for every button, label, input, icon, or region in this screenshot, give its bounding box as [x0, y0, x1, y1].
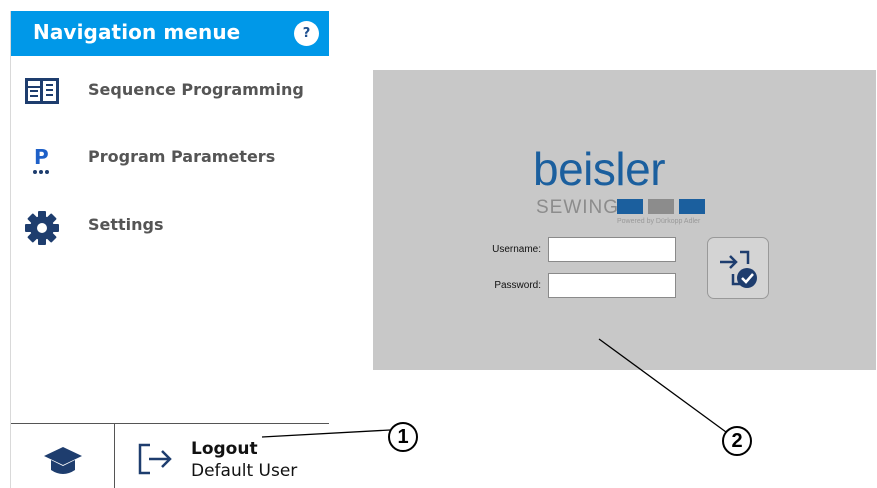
callout-marker-2: 2 — [722, 426, 752, 456]
callout-marker-1: 1 — [388, 422, 418, 452]
callout-lines — [261, 338, 727, 438]
